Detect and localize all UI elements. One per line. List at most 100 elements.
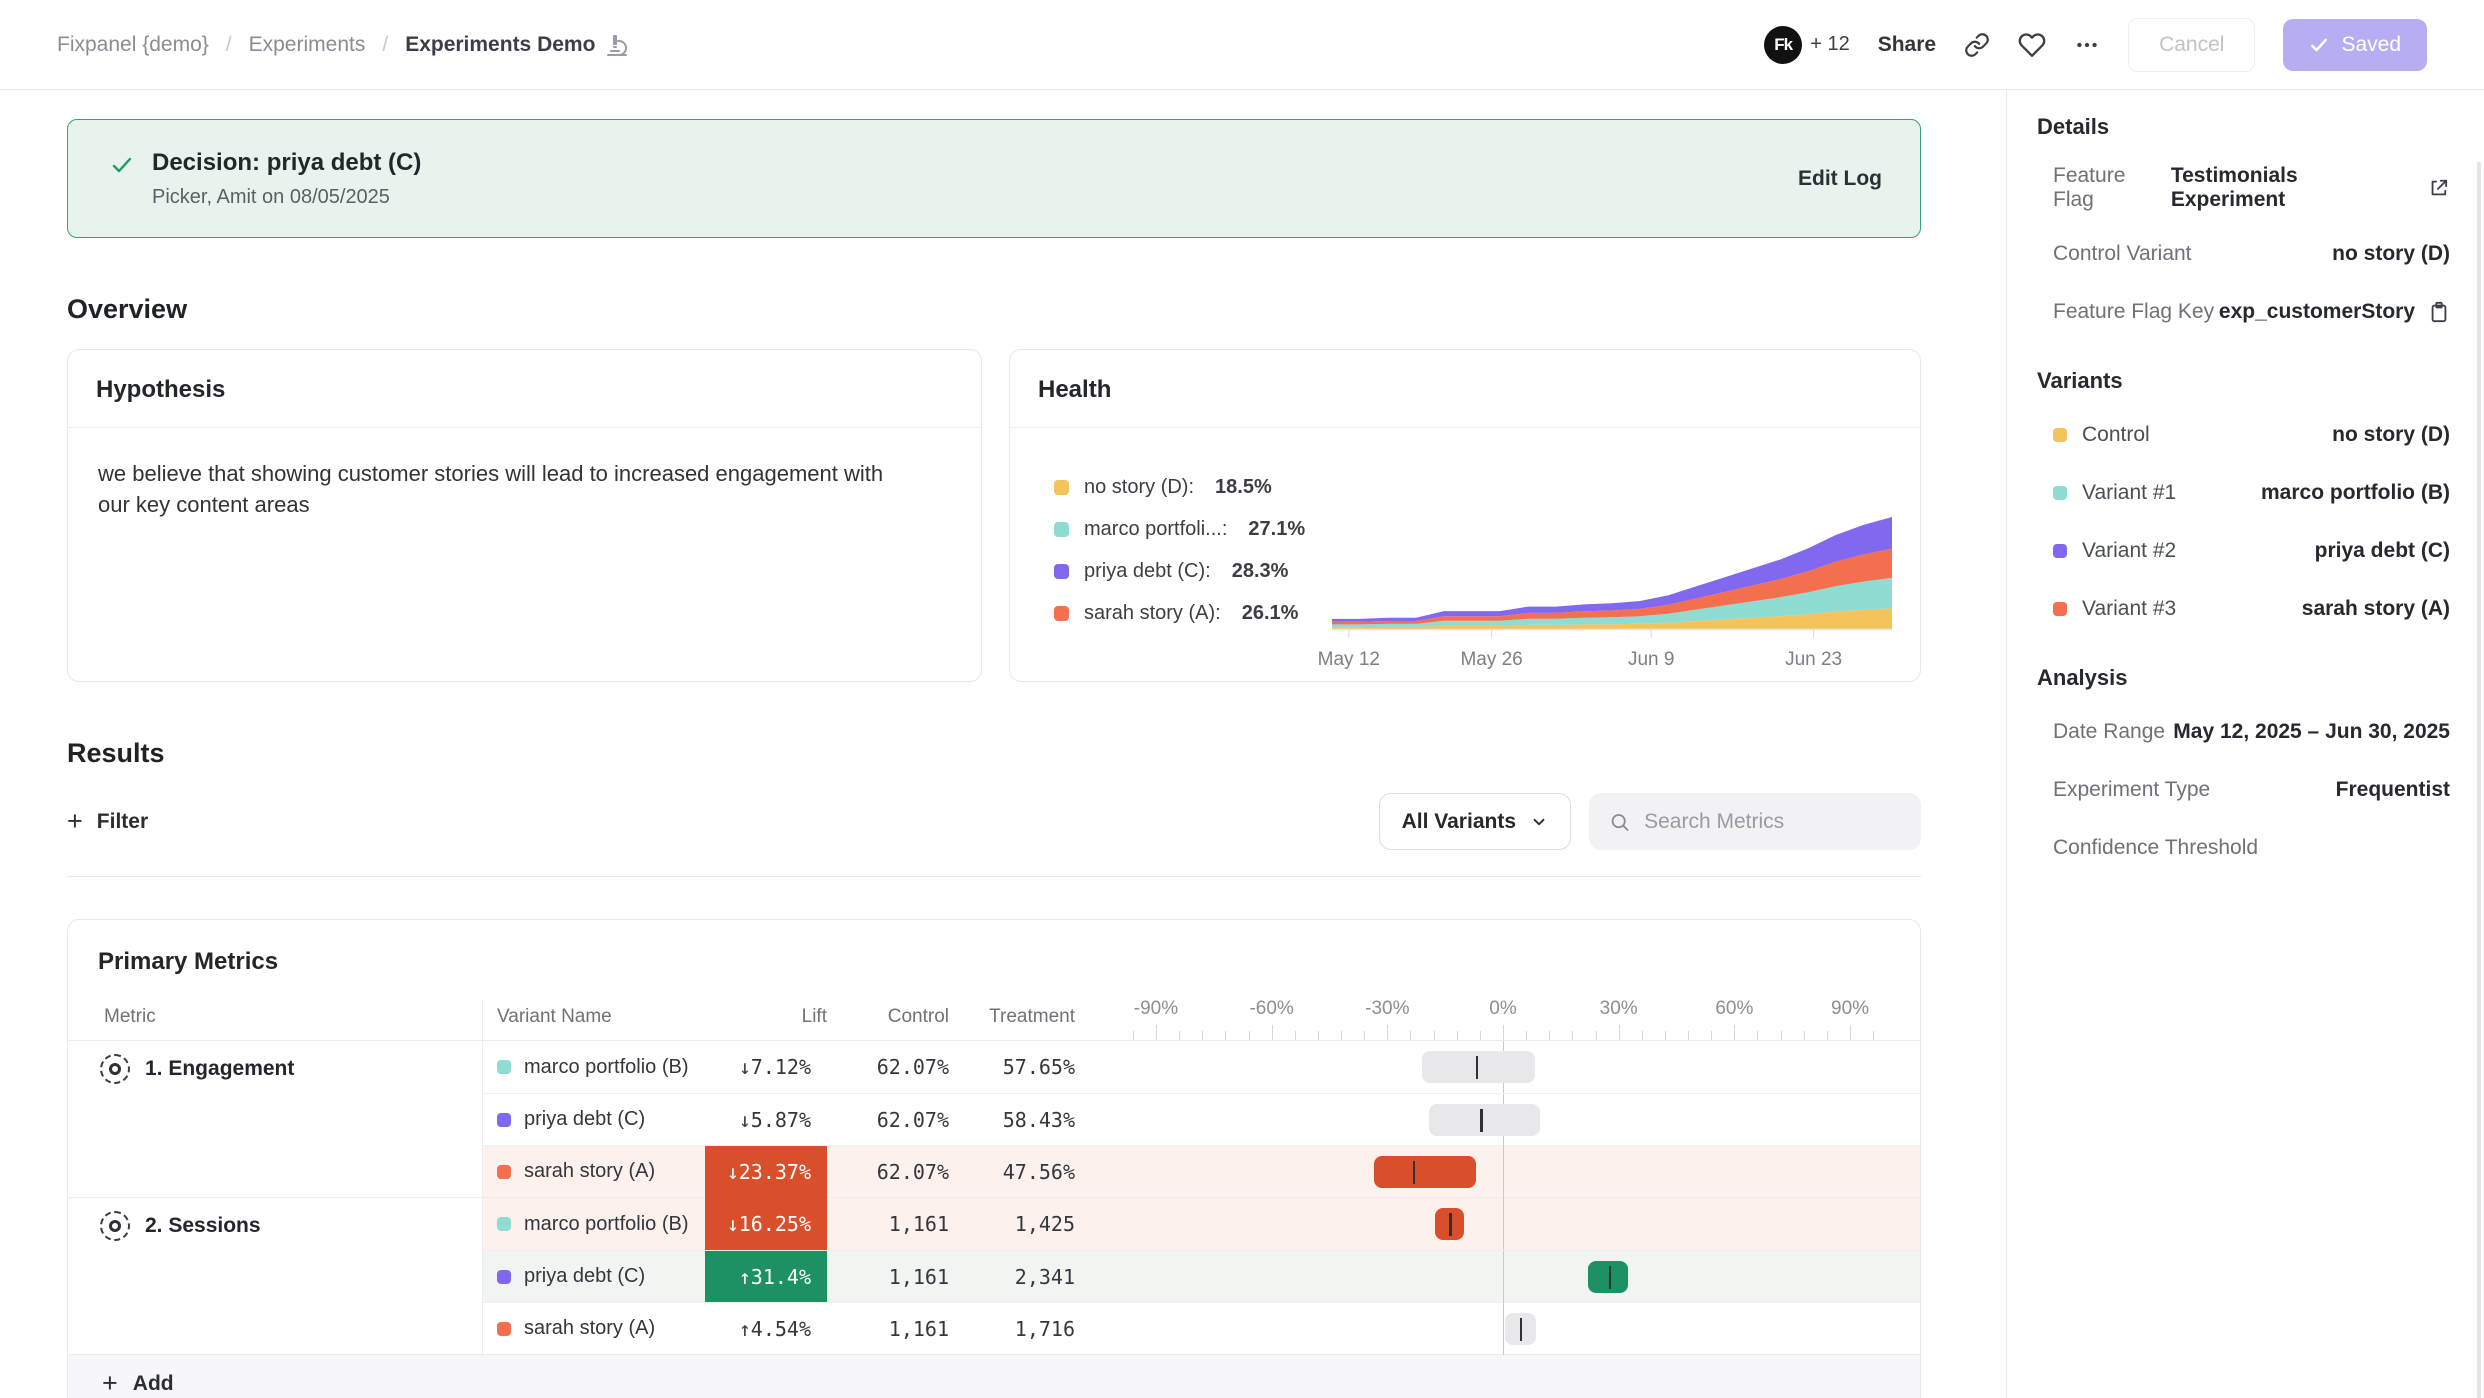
lift-scale-label: 90% <box>1831 998 1869 1020</box>
more-options-icon[interactable] <box>2074 32 2100 58</box>
control-value: 62.07% <box>827 1108 949 1132</box>
cancel-button[interactable]: Cancel <box>2128 18 2255 72</box>
top-bar-actions: Fk + 12 Share Cancel Saved <box>1764 18 2427 72</box>
legend-swatch <box>1054 606 1069 621</box>
variant-swatch <box>497 1217 511 1231</box>
metric-name: 2. Sessions <box>145 1211 261 1238</box>
experiment-type-row: Experiment Type Frequentist <box>2037 773 2450 806</box>
variant-row: Variant #2 priya debt (C) <box>2037 534 2450 567</box>
legend-value: 18.5% <box>1215 476 1272 499</box>
variant-name: priya debt (C) <box>524 1265 645 1288</box>
experiment-type-value: Frequentist <box>2336 778 2450 802</box>
search-metrics-input[interactable] <box>1644 810 1901 834</box>
variants-dropdown[interactable]: All Variants <box>1379 793 1571 850</box>
primary-metrics-title: Primary Metrics <box>68 920 1920 1000</box>
confidence-threshold-label: Confidence Threshold <box>2037 836 2258 860</box>
collaborators[interactable]: Fk + 12 <box>1764 26 1849 64</box>
lift-value: ↑4.54% <box>705 1303 827 1355</box>
lift-value: ↓7.12% <box>705 1041 827 1093</box>
lift-scale-label: -60% <box>1249 998 1293 1020</box>
confidence-interval-cell <box>1111 1094 1921 1146</box>
confidence-interval-cell <box>1111 1251 1921 1303</box>
health-legend: no story (D): 18.5% marco portfoli...: 2… <box>1054 476 1305 625</box>
filter-label: Filter <box>97 810 148 834</box>
breadcrumb-experiments[interactable]: Experiments <box>249 33 366 57</box>
plus-icon: + <box>102 1370 118 1397</box>
confidence-interval-bar <box>1422 1051 1535 1083</box>
results-toolbar: + Filter All Variants <box>67 793 1921 850</box>
variant-swatch <box>2053 544 2067 558</box>
variant-value: sarah story (A) <box>2302 597 2450 621</box>
control-value: 1,161 <box>827 1212 949 1236</box>
variant-result-row[interactable]: priya debt (C)↑31.4%1,1612,341 <box>483 1250 1921 1302</box>
variant-row: Control no story (D) <box>2037 418 2450 451</box>
confidence-interval-cell <box>1111 1041 1921 1093</box>
feature-flag-row: Feature Flag Testimonials Experiment <box>2037 164 2450 212</box>
metric-cell[interactable]: 1. Engagement <box>68 1041 483 1197</box>
variant-swatch <box>497 1165 511 1179</box>
variant-result-row[interactable]: priya debt (C)↓5.87%62.07%58.43% <box>483 1093 1921 1145</box>
copy-link-icon[interactable] <box>1964 32 1990 58</box>
saved-button-label: Saved <box>2341 33 2401 57</box>
column-header-lift-scale: -90%-60%-30%0%30%60%90% <box>1075 1000 1921 1040</box>
lift-scale-label: -30% <box>1365 998 1409 1020</box>
variant-label: Variant #1 <box>2082 481 2176 505</box>
scrollbar[interactable] <box>2477 162 2481 1398</box>
breadcrumb-project[interactable]: Fixpanel {demo} <box>57 33 209 57</box>
variant-result-row[interactable]: sarah story (A)↑4.54%1,1611,716 <box>483 1302 1921 1354</box>
experiment-type-label: Experiment Type <box>2037 778 2210 802</box>
control-variant-label: Control Variant <box>2037 242 2192 266</box>
variant-value: no story (D) <box>2332 423 2450 447</box>
legend-item: marco portfoli...: 27.1% <box>1054 518 1305 541</box>
favorite-heart-icon[interactable] <box>2018 31 2046 59</box>
feature-flag-label: Feature Flag <box>2037 164 2171 212</box>
legend-label: no story (D): <box>1084 476 1194 499</box>
details-heading: Details <box>2037 114 2450 140</box>
external-link-icon[interactable] <box>2428 177 2450 199</box>
check-icon <box>2309 35 2329 55</box>
x-axis-label: Jun 9 <box>1628 649 1674 671</box>
health-stacked-area-chart <box>1332 509 1892 641</box>
search-metrics-box[interactable] <box>1589 793 1921 850</box>
share-button[interactable]: Share <box>1878 33 1936 57</box>
metric-cell[interactable]: 2. Sessions <box>68 1198 483 1354</box>
variant-swatch <box>497 1060 511 1074</box>
zero-line <box>1503 1251 1504 1303</box>
metric-name: 1. Engagement <box>145 1054 294 1081</box>
edit-log-button[interactable]: Edit Log <box>1798 167 1882 191</box>
variant-result-row[interactable]: marco portfolio (B)↓7.12%62.07%57.65% <box>483 1041 1921 1093</box>
control-value: 62.07% <box>827 1160 949 1184</box>
experiments-page: Fixpanel {demo} / Experiments / Experime… <box>0 0 2484 1398</box>
add-metric-button[interactable]: + Add <box>68 1354 1920 1398</box>
confidence-interval-cell <box>1111 1146 1921 1198</box>
add-filter-button[interactable]: + Filter <box>67 808 148 835</box>
details-section: Details Feature Flag Testimonials Experi… <box>2037 114 2450 328</box>
decision-title: Decision: priya debt (C) <box>152 149 421 177</box>
column-header-lift: Lift <box>705 1000 827 1040</box>
lift-value: ↓5.87% <box>705 1094 827 1146</box>
variant-name: marco portfolio (B) <box>524 1056 689 1079</box>
feature-flag-key-label: Feature Flag Key <box>2037 300 2214 324</box>
add-label: Add <box>133 1372 174 1396</box>
lift-point-marker <box>1449 1213 1452 1236</box>
variant-value: priya debt (C) <box>2315 539 2450 563</box>
hypothesis-card-title: Hypothesis <box>68 350 981 428</box>
lift-value: ↓23.37% <box>705 1146 827 1198</box>
legend-value: 28.3% <box>1232 560 1289 583</box>
feature-flag-value[interactable]: Testimonials Experiment <box>2171 164 2415 212</box>
copy-clipboard-icon[interactable] <box>2428 301 2450 323</box>
results-heading: Results <box>67 738 1921 769</box>
legend-swatch <box>1054 522 1069 537</box>
collaborators-count: + 12 <box>1810 33 1849 56</box>
avatar[interactable]: Fk <box>1764 26 1802 64</box>
variant-result-row[interactable]: marco portfolio (B)↓16.25%1,1611,425 <box>483 1198 1921 1250</box>
variant-result-row[interactable]: sarah story (A)↓23.37%62.07%47.56% <box>483 1145 1921 1197</box>
treatment-value: 1,716 <box>949 1317 1075 1341</box>
breadcrumb-separator: / <box>226 33 232 57</box>
lift-scale-label: 0% <box>1489 998 1516 1020</box>
confidence-interval-bar <box>1374 1156 1476 1188</box>
date-range-label: Date Range <box>2037 720 2165 744</box>
variant-label: Control <box>2082 423 2150 447</box>
variant-name: priya debt (C) <box>524 1108 645 1131</box>
saved-button[interactable]: Saved <box>2283 19 2427 71</box>
